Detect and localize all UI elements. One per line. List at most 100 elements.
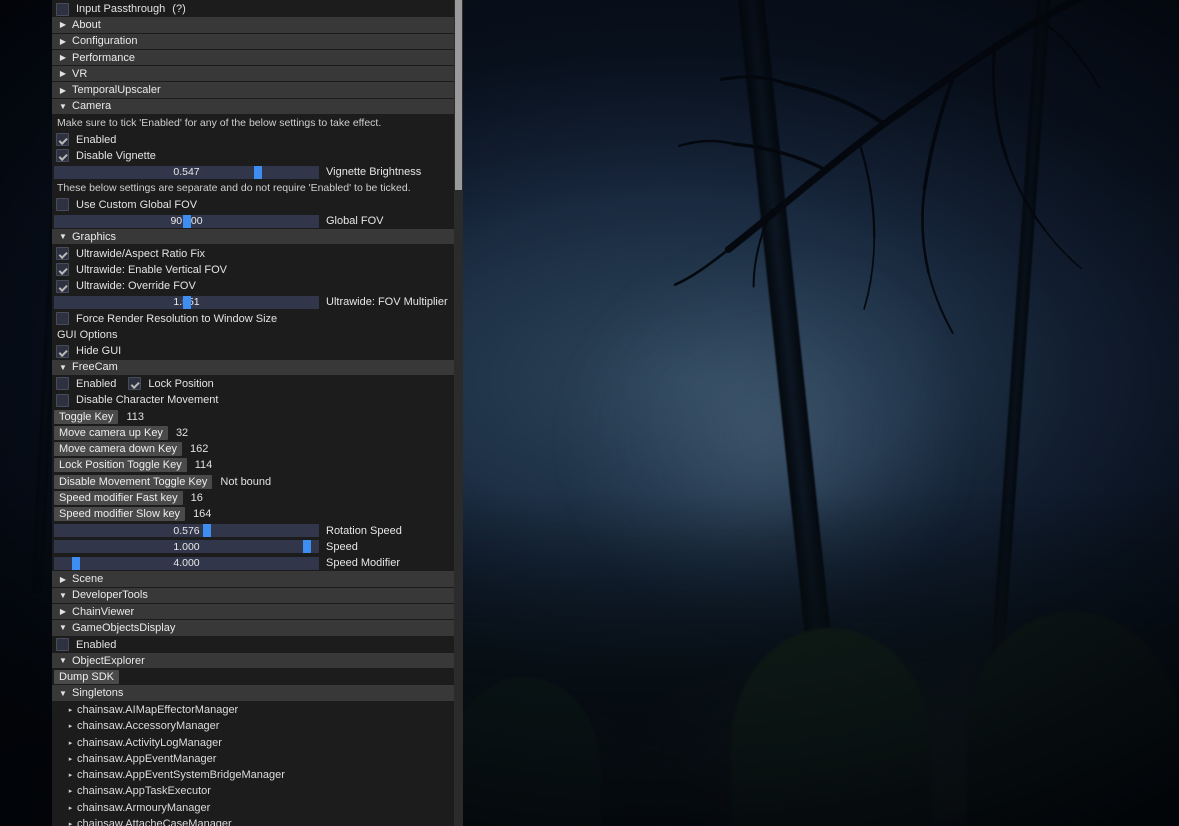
- section-header-vr[interactable]: ▶ VR: [52, 66, 454, 83]
- slider-row[interactable]: 1.551 Ultrawide: FOV Multiplier: [52, 294, 454, 310]
- slider-track[interactable]: 1.000: [54, 540, 319, 554]
- section-header-temporalupscaler[interactable]: ▶ TemporalUpscaler: [52, 82, 454, 99]
- singleton-list-item[interactable]: ▸ chainsaw.AIMapEffectorManager: [52, 702, 454, 718]
- checkbox-row[interactable]: Disable Character Movement: [52, 392, 454, 408]
- checkbox-row[interactable]: Input Passthrough (?): [52, 1, 454, 17]
- chevron-right-icon: ▸: [68, 739, 73, 747]
- checkbox-row[interactable]: Ultrawide/Aspect Ratio Fix: [52, 245, 454, 261]
- slider-row[interactable]: 1.000 Speed: [52, 539, 454, 555]
- section-header-label: GameObjectsDisplay: [72, 621, 176, 634]
- panel-scrollbar[interactable]: [454, 0, 463, 826]
- section-header-configuration[interactable]: ▶ Configuration: [52, 33, 454, 50]
- section-header-camera[interactable]: ▼ Camera: [52, 98, 454, 116]
- slider-handle[interactable]: [254, 165, 263, 179]
- checkbox-checked-icon[interactable]: [56, 263, 69, 277]
- checkbox-row-secondary[interactable]: Lock Position: [128, 377, 214, 391]
- checkbox-checked-icon[interactable]: [56, 279, 69, 293]
- checkbox-row[interactable]: Enabled: [52, 637, 454, 653]
- checkbox-row[interactable]: Ultrawide: Enable Vertical FOV: [52, 262, 454, 278]
- keybind-button[interactable]: Move camera down Key: [54, 442, 182, 457]
- singleton-label: chainsaw.AppEventSystemBridgeManager: [77, 769, 285, 782]
- keybind-button[interactable]: Move camera up Key: [54, 425, 168, 440]
- checkbox-label: Disable Vignette: [76, 149, 156, 162]
- singleton-list-item[interactable]: ▸ chainsaw.AttacheCaseManager: [52, 816, 454, 826]
- keybind-value: 162: [190, 443, 209, 456]
- section-header-label: TemporalUpscaler: [72, 84, 161, 97]
- slider-track[interactable]: 90.000: [54, 214, 319, 228]
- checkbox-row[interactable]: Ultrawide: Override FOV: [52, 278, 454, 294]
- keybind-row[interactable]: Toggle Key 113: [52, 408, 454, 424]
- slider-handle[interactable]: [203, 524, 212, 538]
- section-header-label: FreeCam: [72, 361, 118, 374]
- keybind-button[interactable]: Lock Position Toggle Key: [54, 458, 187, 473]
- singleton-label: chainsaw.AccessoryManager: [77, 720, 220, 733]
- singleton-list-item[interactable]: ▸ chainsaw.ArmouryManager: [52, 800, 454, 816]
- checkbox-unchecked-icon[interactable]: [56, 393, 69, 407]
- checkbox-unchecked-icon[interactable]: [56, 377, 69, 391]
- slider-track[interactable]: 4.000: [54, 556, 319, 570]
- panel-scrollbar-thumb[interactable]: [455, 0, 462, 190]
- keybind-button[interactable]: Speed modifier Fast key: [54, 491, 183, 506]
- checkbox-unchecked-icon[interactable]: [56, 198, 69, 212]
- keybind-button[interactable]: Toggle Key: [54, 409, 119, 424]
- section-header-graphics[interactable]: ▼ Graphics: [52, 229, 454, 246]
- checkbox-unchecked-icon[interactable]: [56, 312, 69, 326]
- keybind-button[interactable]: Speed modifier Slow key: [54, 507, 186, 522]
- checkbox-row[interactable]: Enabled Lock Position: [52, 376, 454, 392]
- checkbox-row[interactable]: Disable Vignette: [52, 148, 454, 164]
- chevron-down-icon: ▼: [59, 590, 67, 600]
- checkbox-checked-icon[interactable]: [56, 133, 69, 147]
- keybind-row[interactable]: Speed modifier Slow key 164: [52, 506, 454, 522]
- checkbox-row[interactable]: Hide GUI: [52, 343, 454, 359]
- section-header-developertools[interactable]: ▼ DeveloperTools: [52, 587, 454, 604]
- slider-value: 4.000: [173, 557, 200, 570]
- checkbox-row[interactable]: Enabled: [52, 131, 454, 147]
- chevron-right-icon: ▶: [59, 85, 67, 95]
- slider-row[interactable]: 90.000 Global FOV: [52, 213, 454, 229]
- keybind-row[interactable]: Speed modifier Fast key 16: [52, 490, 454, 506]
- checkbox-label: Hide GUI: [76, 345, 122, 358]
- slider-track[interactable]: 0.547: [54, 165, 319, 179]
- slider-row[interactable]: 4.000 Speed Modifier: [52, 555, 454, 571]
- checkbox-label: Input Passthrough: [76, 3, 166, 16]
- slider-label: Vignette Brightness: [326, 166, 422, 179]
- section-header-chainviewer[interactable]: ▶ ChainViewer: [52, 603, 454, 621]
- keybind-row[interactable]: Disable Movement Toggle Key Not bound: [52, 474, 454, 490]
- checkbox-checked-icon[interactable]: [128, 377, 142, 391]
- keybind-row[interactable]: Move camera up Key 32: [52, 425, 454, 441]
- singleton-list-item[interactable]: ▸ chainsaw.AppTaskExecutor: [52, 783, 454, 799]
- section-header-freecam[interactable]: ▼ FreeCam: [52, 359, 454, 376]
- action-button-row[interactable]: Dump SDK: [52, 669, 454, 685]
- keybind-button[interactable]: Disable Movement Toggle Key: [54, 474, 213, 489]
- singleton-list-item[interactable]: ▸ chainsaw.AppEventManager: [52, 751, 454, 767]
- checkbox-checked-icon[interactable]: [56, 149, 69, 163]
- checkbox-unchecked-icon[interactable]: [56, 638, 69, 652]
- slider-row[interactable]: 0.547 Vignette Brightness: [52, 164, 454, 180]
- checkbox-unchecked-icon[interactable]: [56, 2, 69, 16]
- slider-handle[interactable]: [71, 556, 80, 570]
- slider-handle[interactable]: [182, 295, 191, 309]
- chevron-right-icon: ▶: [59, 574, 67, 584]
- singleton-list-item[interactable]: ▸ chainsaw.AppEventSystemBridgeManager: [52, 767, 454, 783]
- checkbox-row[interactable]: Use Custom Global FOV: [52, 197, 454, 213]
- singleton-list-item[interactable]: ▸ chainsaw.ActivityLogManager: [52, 734, 454, 750]
- slider-track[interactable]: 0.576: [54, 524, 319, 538]
- checkbox-checked-icon[interactable]: [56, 247, 69, 261]
- keybind-row[interactable]: Lock Position Toggle Key 114: [52, 457, 454, 473]
- section-header-scene[interactable]: ▶ Scene: [52, 571, 454, 588]
- section-header-about[interactable]: ▶ About: [52, 17, 454, 34]
- slider-track[interactable]: 1.551: [54, 295, 319, 309]
- singleton-list-item[interactable]: ▸ chainsaw.AccessoryManager: [52, 718, 454, 734]
- section-header-performance[interactable]: ▶ Performance: [52, 49, 454, 67]
- section-header-objectexplorer[interactable]: ▼ ObjectExplorer: [52, 652, 454, 670]
- checkbox-row[interactable]: Force Render Resolution to Window Size: [52, 311, 454, 327]
- section-header-gameobjectsdisplay[interactable]: ▼ GameObjectsDisplay: [52, 620, 454, 637]
- keybind-row[interactable]: Move camera down Key 162: [52, 441, 454, 457]
- slider-handle[interactable]: [182, 214, 191, 228]
- checkbox-checked-icon[interactable]: [56, 344, 69, 358]
- section-header-singletons[interactable]: ▼ Singletons: [52, 685, 454, 702]
- dump-sdk-button[interactable]: Dump SDK: [54, 670, 120, 685]
- chevron-down-icon: ▼: [59, 656, 67, 666]
- slider-row[interactable]: 0.576 Rotation Speed: [52, 523, 454, 539]
- slider-handle[interactable]: [303, 540, 312, 554]
